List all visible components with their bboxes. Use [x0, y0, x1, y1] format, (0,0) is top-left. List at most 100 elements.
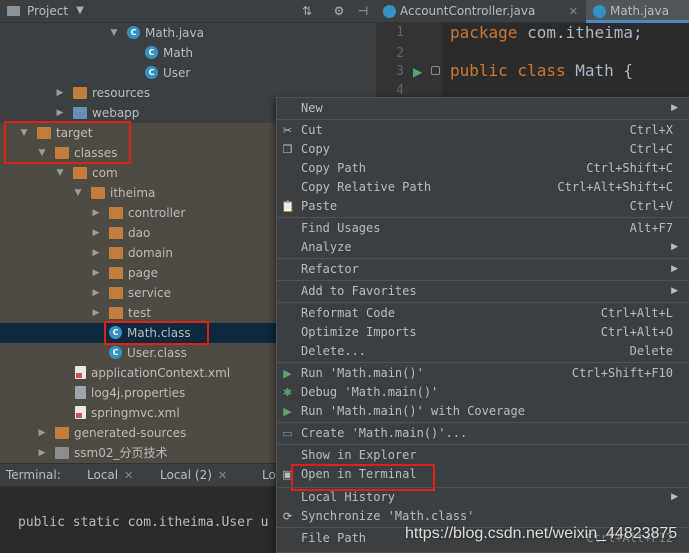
menu-item-label: Copy Path	[301, 161, 367, 175]
menu-item-refactor[interactable]: Refactor ▶	[277, 260, 689, 279]
menu-item-label: Copy Relative Path	[301, 180, 432, 194]
tree-item-label: ssm02_分页技术	[74, 446, 168, 460]
expanded-arrow-icon[interactable]: ▼	[72, 183, 84, 203]
menu-item-find-usages[interactable]: Find Usages Alt+F7	[277, 219, 689, 238]
menu-item-shortcut: Ctrl+X	[629, 123, 673, 137]
menu-item-local-history[interactable]: Local History ▶	[277, 488, 689, 507]
context-menu: New ▶ ✂ Cut Ctrl+X ❐ Copy Ctrl+C Copy Pa…	[276, 97, 689, 553]
menu-item-label: Open in Terminal	[301, 467, 417, 481]
tree-item-label: log4j.properties	[91, 386, 186, 400]
run-gutter-icon[interactable]: ▶	[413, 65, 422, 79]
collapsed-arrow-icon[interactable]: ▶	[54, 103, 66, 123]
menu-item-run-with-coverage[interactable]: ▶ Run 'Math.main()' with Coverage	[277, 402, 689, 421]
tree-item-label: page	[128, 266, 158, 280]
tab-label: Math.java	[610, 4, 669, 18]
code-line-1[interactable]: package com.itheima;	[450, 23, 643, 42]
close-tab-icon[interactable]: ✕	[124, 469, 133, 482]
expanded-arrow-icon[interactable]: ▼	[18, 123, 30, 143]
folder-icon	[73, 87, 87, 99]
menu-item-copy[interactable]: ❐ Copy Ctrl+C	[277, 140, 689, 159]
code-line-3[interactable]: public class Math {	[450, 61, 633, 80]
menu-item-reformat-code[interactable]: Reformat Code Ctrl+Alt+L	[277, 304, 689, 323]
paste-icon: 📋	[281, 200, 295, 213]
terminal-tab-local-3[interactable]: Lo	[262, 464, 276, 488]
project-tool-window-header: Project ▼ ⇅ ⚙ ⊣	[0, 0, 376, 23]
line-number: 3	[396, 64, 404, 79]
menu-item-optimize-imports[interactable]: Optimize Imports Ctrl+Alt+O	[277, 323, 689, 342]
collapsed-arrow-icon[interactable]: ▶	[54, 83, 66, 103]
fold-icon[interactable]	[431, 66, 440, 75]
menu-item-copy-path[interactable]: Copy Path Ctrl+Shift+C	[277, 159, 689, 178]
collapsed-arrow-icon[interactable]: ▶	[36, 423, 48, 443]
menu-item-label: Show in Explorer	[301, 448, 417, 462]
hide-panel-icon[interactable]: ⊣	[355, 3, 371, 19]
scissors-icon: ✂	[282, 124, 293, 137]
editor-tab-bar: AccountController.java ✕ Math.java	[376, 0, 689, 23]
submenu-arrow-icon: ▶	[671, 492, 678, 502]
java-class-icon	[593, 5, 606, 18]
terminal-tab-local[interactable]: Local ✕	[87, 464, 133, 488]
menu-item-create-config[interactable]: ▭ Create 'Math.main()'...	[277, 424, 689, 443]
menu-item-new[interactable]: New ▶	[277, 99, 689, 118]
package-name: com.itheima;	[517, 23, 643, 42]
menu-item-debug-main[interactable]: ✱ Debug 'Math.main()'	[277, 383, 689, 402]
java-class-icon: C	[145, 46, 158, 59]
menu-item-add-to-favorites[interactable]: Add to Favorites ▶	[277, 282, 689, 301]
menu-item-synchronize[interactable]: ⟳ Synchronize 'Math.class'	[277, 507, 689, 526]
tree-item-math[interactable]: C Math	[0, 43, 376, 63]
tab-account-controller[interactable]: AccountController.java ✕	[376, 0, 584, 23]
expanded-arrow-icon[interactable]: ▼	[54, 163, 66, 183]
module-folder-icon	[55, 447, 69, 459]
menu-item-show-in-explorer[interactable]: Show in Explorer	[277, 446, 689, 465]
collapsed-arrow-icon[interactable]: ▶	[90, 243, 102, 263]
collapsed-arrow-icon[interactable]: ▶	[90, 303, 102, 323]
tree-item-math-java[interactable]: ▼ C Math.java	[0, 23, 376, 43]
collapsed-arrow-icon[interactable]: ▶	[90, 223, 102, 243]
terminal-tab-local-2[interactable]: Local (2) ✕	[160, 464, 227, 488]
menu-item-delete[interactable]: Delete... Delete	[277, 342, 689, 361]
project-panel-title[interactable]: Project	[27, 4, 68, 18]
keyword-public-class: public class	[450, 61, 566, 80]
line-number: 2	[396, 46, 404, 61]
close-tab-icon[interactable]: ✕	[569, 0, 578, 23]
menu-item-label: Analyze	[301, 240, 352, 254]
terminal-title: Terminal:	[6, 468, 61, 482]
menu-item-cut[interactable]: ✂ Cut Ctrl+X	[277, 121, 689, 140]
close-tab-icon[interactable]: ✕	[218, 469, 227, 482]
expanded-arrow-icon[interactable]: ▼	[36, 143, 48, 163]
collapsed-arrow-icon[interactable]: ▶	[90, 263, 102, 283]
collapsed-arrow-icon[interactable]: ▶	[90, 203, 102, 223]
tree-item-label: service	[128, 286, 171, 300]
tree-item-label: controller	[128, 206, 186, 220]
menu-separator	[277, 258, 689, 259]
collapsed-arrow-icon[interactable]: ▶	[36, 443, 48, 463]
expanded-arrow-icon[interactable]: ▼	[108, 23, 120, 43]
menu-item-label: Refactor	[301, 262, 359, 276]
menu-item-paste[interactable]: 📋 Paste Ctrl+V	[277, 197, 689, 216]
menu-item-label: Synchronize 'Math.class'	[301, 509, 475, 523]
menu-item-open-in-terminal[interactable]: ▣ Open in Terminal	[277, 465, 689, 484]
folder-icon	[91, 187, 105, 199]
terminal-output[interactable]: public static com.itheima.User u	[18, 515, 268, 530]
gear-icon[interactable]: ⚙	[331, 3, 347, 19]
tree-item-label: Math.java	[145, 26, 204, 40]
collapsed-arrow-icon[interactable]: ▶	[90, 283, 102, 303]
menu-item-copy-relative-path[interactable]: Copy Relative Path Ctrl+Alt+Shift+C	[277, 178, 689, 197]
tree-item-label: applicationContext.xml	[91, 366, 231, 380]
menu-item-run-main[interactable]: ▶ Run 'Math.main()' Ctrl+Shift+F10	[277, 364, 689, 383]
menu-item-label: Run 'Math.main()'	[301, 366, 424, 380]
xml-file-icon	[75, 406, 86, 419]
tree-item-user[interactable]: C User	[0, 63, 376, 83]
collapse-all-icon[interactable]: ⇅	[299, 3, 315, 19]
tab-label: AccountController.java	[400, 4, 536, 18]
tab-math-java[interactable]: Math.java	[586, 0, 689, 23]
menu-item-label: Delete...	[301, 344, 367, 358]
menu-item-analyze[interactable]: Analyze ▶	[277, 238, 689, 257]
project-view-dropdown-icon[interactable]: ▼	[72, 3, 88, 19]
menu-item-shortcut: Ctrl+Shift+F10	[571, 366, 673, 380]
menu-item-label: Reformat Code	[301, 306, 395, 320]
terminal-icon: ▣	[282, 468, 293, 481]
tree-item-label: com	[92, 166, 118, 180]
tree-item-label: Math	[163, 46, 194, 60]
menu-item-label: Optimize Imports	[301, 325, 417, 339]
